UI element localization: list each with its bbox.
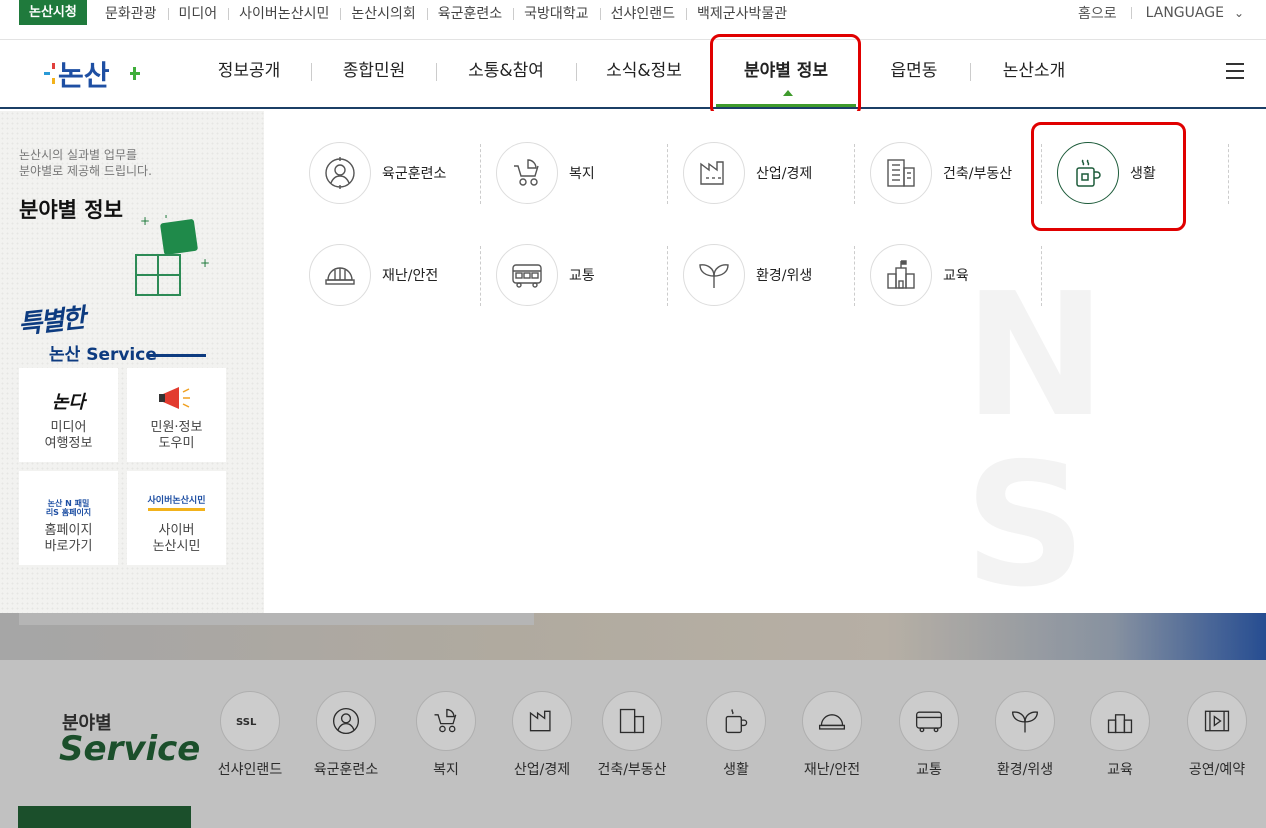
menu-item-label: 재난/안전 — [382, 268, 439, 284]
nav-towns[interactable]: 읍면동 — [872, 41, 956, 107]
mug-icon — [1057, 142, 1119, 204]
divider — [436, 63, 437, 81]
nonda-logo-icon: 논다 — [51, 392, 86, 413]
home-link[interactable]: 홈으로 — [1078, 3, 1117, 23]
svg-text:+: + — [161, 215, 171, 221]
menu-item-disaster-safety[interactable]: 재난/안전 — [309, 244, 438, 306]
menu-item-living[interactable]: 생활 — [1057, 142, 1156, 204]
building-icon — [870, 142, 932, 204]
top-link-sunshine-land[interactable]: 선샤인랜드 — [599, 3, 686, 23]
menu-item-label: 환경/위생 — [756, 268, 813, 284]
top-link-museum[interactable]: 백제군사박물관 — [685, 3, 798, 23]
top-link-army-training[interactable]: 육군훈련소 — [426, 3, 513, 23]
background-decoration: NS — [964, 257, 1117, 613]
menu-icon[interactable] — [1226, 63, 1244, 79]
top-right-links: 홈으로 LANGUAGE ⌄ — [1078, 0, 1244, 25]
family-homepage-logo-icon: 논산 N 패밀리S 홈페이지 — [45, 499, 92, 517]
nav-news-info[interactable]: 소식&정보 — [590, 41, 698, 107]
service-card-label: 미디어 여행정보 — [44, 420, 93, 451]
nav-civil-service[interactable]: 종합민원 — [325, 41, 423, 107]
special-service-heading: 논산 Service — [49, 345, 157, 365]
divider — [667, 246, 668, 306]
top-link-culture[interactable]: 문화관광 — [94, 3, 168, 23]
sprout-icon — [683, 244, 745, 306]
special-script-heading: 특별한 — [16, 303, 86, 341]
mega-menu-intro-panel: 논산시의 실과별 업무를 분야별로 제공해 드립니다. 분야별 정보 + + +… — [0, 111, 264, 613]
menu-item-label: 산업/경제 — [756, 166, 813, 182]
language-selector[interactable]: LANGUAGE — [1146, 5, 1224, 21]
family-site-links: 문화관광 미디어 사이버논산시민 논산시의회 육군훈련소 국방대학교 선샤인랜드… — [94, 0, 798, 25]
soldier-icon — [309, 142, 371, 204]
menu-item-label: 육군훈련소 — [382, 166, 447, 182]
menu-item-welfare[interactable]: 복지 — [496, 142, 595, 204]
factory-icon — [683, 142, 745, 204]
logo-text: 논산 — [58, 59, 110, 92]
top-link-defense-univ[interactable]: 국방대학교 — [513, 3, 599, 23]
chevron-down-icon[interactable]: ⌄ — [1234, 6, 1244, 20]
panel-title: 분야별 정보 — [19, 198, 123, 222]
cyber-citizen-logo-icon: 사이버논산시민 — [127, 471, 226, 517]
service-card-label: 홈페이지 바로가기 — [44, 523, 93, 554]
svg-text:+: + — [200, 256, 210, 270]
service-card-helper[interactable]: 민원·정보 도우미 — [127, 368, 226, 462]
divider — [480, 246, 481, 306]
divider — [854, 144, 855, 204]
divider — [576, 63, 577, 81]
site-badge[interactable]: 논산시청 — [19, 0, 87, 25]
service-card-homepage[interactable]: 논산 N 패밀리S 홈페이지 홈페이지 바로가기 — [19, 471, 118, 565]
puzzle-illustration: + + + — [134, 215, 214, 297]
service-card-label: 사이버 논산시민 — [152, 523, 201, 554]
divider — [1228, 144, 1229, 204]
megaphone-icon — [127, 368, 226, 414]
service-card-label: 민원·정보 도우미 — [150, 420, 203, 451]
top-utility-bar: 논산시청 문화관광 미디어 사이버논산시민 논산시의회 육군훈련소 국방대학교 … — [0, 0, 1266, 40]
service-card-media[interactable]: 논다 미디어 여행정보 — [19, 368, 118, 462]
divider — [311, 63, 312, 81]
dim-overlay — [0, 613, 1266, 828]
nav-communication[interactable]: 소통&참여 — [450, 41, 562, 107]
menu-item-traffic[interactable]: 교통 — [496, 244, 595, 306]
nav-info-disclosure[interactable]: 정보공개 — [200, 41, 298, 107]
helmet-icon — [309, 244, 371, 306]
active-indicator-bar — [716, 104, 856, 107]
menu-item-label: 복지 — [569, 166, 595, 182]
main-navigation: 논산 정보공개 종합민원 소통&참여 소식&정보 분야별 정보 읍면동 논산소개 — [0, 41, 1266, 109]
nav-field-info[interactable]: 분야별 정보 — [716, 41, 856, 107]
page-content-behind-menu: 분야별 Service SSL 선샤인랜드 육군훈련소 복지 산업/경제 건축/… — [0, 613, 1266, 828]
logo[interactable]: 논산 — [44, 53, 144, 95]
stroller-icon — [496, 142, 558, 204]
menu-item-environment[interactable]: 환경/위생 — [683, 244, 812, 306]
active-indicator-arrow — [783, 90, 793, 96]
top-link-council[interactable]: 논산시의회 — [340, 3, 426, 23]
divider — [1130, 6, 1132, 19]
panel-description: 논산시의 실과별 업무를 분야별로 제공해 드립니다. — [19, 148, 152, 178]
top-link-cyber-citizen[interactable]: 사이버논산시민 — [228, 3, 340, 23]
bus-icon — [496, 244, 558, 306]
divider — [480, 144, 481, 204]
divider — [970, 63, 971, 81]
heading-underline — [148, 354, 206, 357]
menu-item-industry-economy[interactable]: 산업/경제 — [683, 142, 812, 204]
service-card-cyber-citizen[interactable]: 사이버논산시민 사이버 논산시민 — [127, 471, 226, 565]
top-link-media[interactable]: 미디어 — [167, 3, 229, 23]
menu-item-label: 교통 — [569, 268, 595, 284]
divider — [1041, 144, 1042, 204]
menu-item-label: 건축/부동산 — [943, 166, 1013, 182]
svg-text:+: + — [140, 215, 150, 228]
menu-item-army-training[interactable]: 육군훈련소 — [309, 142, 446, 204]
menu-item-label: 교육 — [943, 268, 969, 284]
divider — [1041, 246, 1042, 306]
menu-item-construction-realestate[interactable]: 건축/부동산 — [870, 142, 1012, 204]
school-icon — [870, 244, 932, 306]
nav-about[interactable]: 논산소개 — [984, 41, 1084, 107]
menu-item-label: 생활 — [1130, 166, 1156, 182]
divider — [854, 246, 855, 306]
menu-item-education[interactable]: 교육 — [870, 244, 969, 306]
divider — [667, 144, 668, 204]
mega-menu-panel: NS 육군훈련소 복지 산업/경제 건축/부동산 생활 재난/안전 교통 환경/… — [264, 111, 1266, 613]
